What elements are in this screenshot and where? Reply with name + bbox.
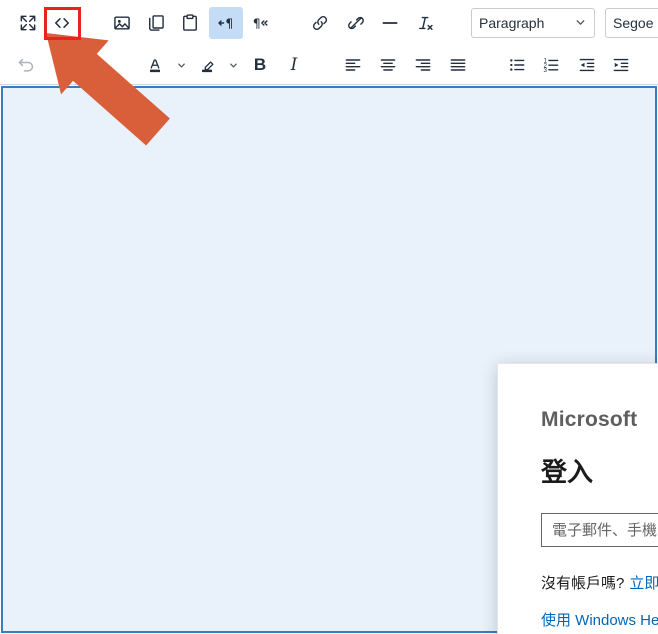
- align-left-button[interactable]: [335, 50, 370, 80]
- chevron-down-icon: [229, 62, 237, 68]
- highlight-color-icon: [202, 61, 214, 73]
- bold-icon: B: [253, 55, 267, 74]
- no-account-row: 沒有帳戶嗎?立即建立一個！: [541, 572, 658, 593]
- bullet-list-icon: [510, 59, 525, 71]
- highlight-color-split-button: [191, 50, 243, 80]
- numbered-list-button[interactable]: 1 2 3: [534, 50, 568, 80]
- paragraph-format-select[interactable]: Paragraph: [471, 7, 595, 38]
- clear-formatting-button[interactable]: [407, 7, 441, 39]
- paste-button[interactable]: [173, 7, 207, 39]
- paste-icon: [183, 13, 197, 31]
- paragraph-rtl-icon: ¶: [253, 15, 268, 30]
- unlink-button[interactable]: [339, 7, 373, 39]
- clear-formatting-icon: [419, 16, 433, 30]
- svg-text:¶: ¶: [253, 15, 261, 30]
- align-center-button[interactable]: [370, 50, 405, 80]
- email-input[interactable]: [541, 513, 658, 547]
- align-right-icon: [415, 59, 430, 71]
- chevron-down-icon: [576, 20, 585, 25]
- redo-icon: [56, 58, 72, 72]
- text-color-icon: [150, 59, 160, 73]
- editor-window: ¶ ¶ Paragraph Segoe B I 1 2 3 Microsoft …: [0, 0, 658, 634]
- signin-title: 登入: [541, 457, 594, 487]
- source-code-icon: [55, 17, 69, 28]
- redo-button[interactable]: [46, 50, 80, 80]
- create-account-link[interactable]: 立即建立一個！: [629, 575, 658, 592]
- align-center-icon: [380, 59, 395, 71]
- highlight-color-dropdown-button[interactable]: [223, 50, 243, 80]
- highlight-color-button[interactable]: [191, 50, 223, 80]
- insert-link-button[interactable]: [303, 7, 337, 39]
- unlink-icon: [348, 16, 364, 29]
- toolbar-row-2: B I 1 2 3: [0, 45, 658, 85]
- align-right-button[interactable]: [405, 50, 440, 80]
- toolbar-row-1: ¶ ¶ Paragraph Segoe: [0, 0, 658, 45]
- align-justify-icon: [450, 59, 465, 71]
- italic-button[interactable]: I: [277, 50, 311, 80]
- image-icon: [114, 15, 130, 30]
- microsoft-wordmark: Microsoft: [541, 408, 638, 431]
- windows-hello-link[interactable]: 使用 Windows Hello 或安全性金鑰登入: [541, 609, 658, 630]
- outdent-button[interactable]: [570, 50, 604, 80]
- source-code-button[interactable]: [45, 7, 79, 39]
- undo-icon: [18, 58, 34, 72]
- chevron-down-icon: [177, 62, 185, 68]
- undo-button[interactable]: [10, 50, 44, 80]
- numbered-list-icon: 1 2 3: [544, 58, 559, 74]
- horizontal-rule-button[interactable]: [373, 7, 407, 39]
- horizontal-rule-icon: [382, 21, 398, 24]
- text-color-dropdown-button[interactable]: [171, 50, 191, 80]
- text-color-button[interactable]: [139, 50, 171, 80]
- no-account-text: 沒有帳戶嗎?: [541, 575, 625, 592]
- font-family-value: Segoe UI: [613, 14, 658, 31]
- align-left-icon: [345, 59, 360, 71]
- italic-icon: I: [290, 55, 298, 75]
- svg-text:¶: ¶: [225, 15, 233, 30]
- paragraph-format-value: Paragraph: [479, 14, 545, 31]
- copy-button[interactable]: [139, 7, 173, 39]
- paragraph-ltr-icon: ¶: [218, 15, 233, 30]
- copy-icon: [149, 14, 164, 31]
- bullet-list-button[interactable]: [500, 50, 534, 80]
- bold-button[interactable]: B: [243, 50, 277, 80]
- signin-dialog: Microsoft 登入 沒有帳戶嗎?立即建立一個！ 使用 Windows He…: [497, 363, 658, 634]
- fullscreen-button[interactable]: [11, 7, 45, 39]
- insert-image-button[interactable]: [105, 7, 139, 39]
- paragraph-rtl-button[interactable]: ¶: [243, 7, 277, 39]
- outdent-icon: [579, 58, 595, 72]
- indent-button[interactable]: [604, 50, 638, 80]
- align-justify-button[interactable]: [440, 50, 475, 80]
- paragraph-ltr-button[interactable]: ¶: [209, 6, 243, 39]
- svg-text:3: 3: [544, 67, 548, 74]
- font-family-select[interactable]: Segoe UI: [605, 7, 658, 38]
- fullscreen-icon: [20, 15, 36, 30]
- editor-toolbar: ¶ ¶ Paragraph Segoe B I 1 2 3: [0, 0, 658, 85]
- text-color-split-button: [139, 50, 191, 80]
- indent-icon: [613, 58, 629, 72]
- link-icon: [312, 15, 328, 30]
